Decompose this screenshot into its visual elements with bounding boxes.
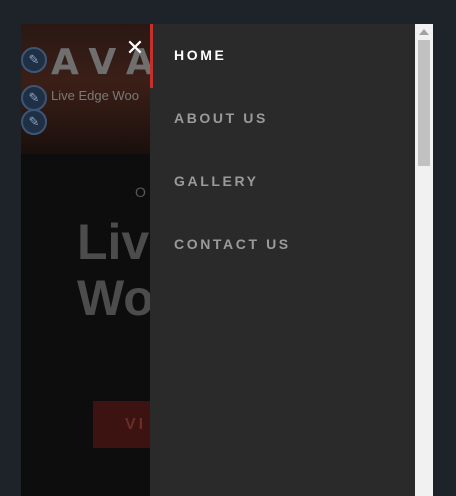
active-item-indicator [150, 24, 153, 88]
menu-item-home[interactable]: HOME [174, 47, 226, 63]
pencil-icon[interactable]: ✎ [21, 47, 47, 73]
site-logo: AVA [51, 42, 166, 83]
site-tagline: Live Edge Woo [51, 88, 139, 103]
mobile-menu-panel: HOME ABOUT US GALLERY CONTACT US [150, 24, 415, 496]
menu-item-contact-us[interactable]: CONTACT US [174, 236, 291, 252]
scroll-thumb[interactable] [418, 40, 430, 166]
hero-kicker: O [135, 184, 149, 200]
scroll-up-arrow-icon[interactable] [419, 29, 429, 35]
viewport-frame: AVA Live Edge Woo ✎ ✎ ✎ O Liv Wo VI ✕ HO… [21, 24, 433, 496]
close-icon[interactable]: ✕ [123, 36, 147, 60]
pencil-icon[interactable]: ✎ [21, 85, 47, 111]
vertical-scrollbar[interactable] [415, 24, 433, 496]
menu-item-about-us[interactable]: ABOUT US [174, 110, 268, 126]
menu-item-gallery[interactable]: GALLERY [174, 173, 259, 189]
pencil-icon[interactable]: ✎ [21, 109, 47, 135]
